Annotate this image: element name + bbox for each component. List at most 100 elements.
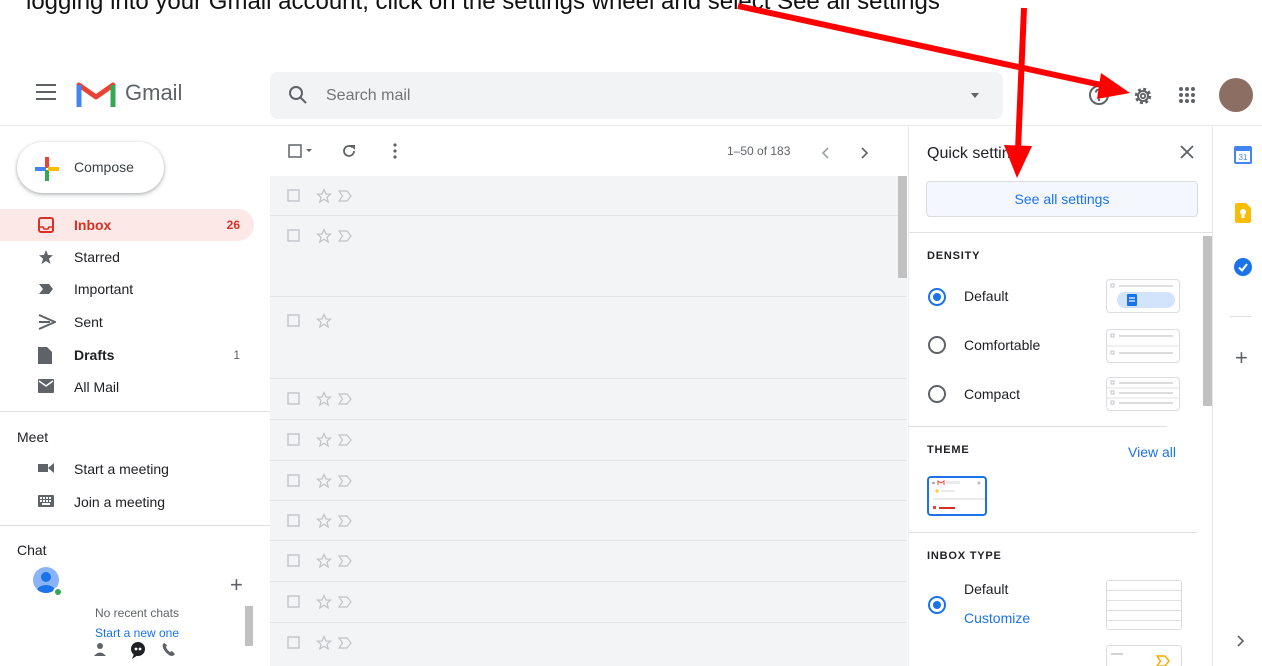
row-icons[interactable] [287,473,357,494]
row-icons[interactable] [287,594,357,615]
inbox-type-default-radio[interactable] [928,596,946,614]
table-row[interactable] [270,216,907,297]
table-row[interactable] [270,501,907,541]
compose-plus-icon [35,157,59,184]
density-default-label: Default [964,288,1009,304]
quick-settings-scrollbar[interactable] [1203,236,1212,406]
refresh-icon[interactable] [341,143,357,164]
more-options-icon[interactable] [392,143,398,164]
density-title: DENSITY [927,250,981,262]
row-icons[interactable] [287,553,357,574]
table-row[interactable] [270,623,907,666]
nav-label: Join a meeting [74,494,166,510]
start-new-chat-link[interactable]: Start a new one [32,626,242,637]
panel-divider [909,232,1212,233]
compose-button[interactable]: Compose [17,142,164,193]
chevron-right-icon[interactable] [1236,634,1245,652]
table-row[interactable] [270,379,907,420]
table-row[interactable] [270,297,907,379]
density-compact-thumb[interactable] [1106,377,1180,411]
star-icon [38,249,54,270]
chat-bubble-icon [131,642,145,659]
add-addon-plus-icon[interactable]: + [1235,345,1248,371]
see-all-settings-button[interactable]: See all settings [926,181,1198,217]
calendar-icon[interactable]: 31 [1234,146,1252,169]
table-row[interactable] [270,176,907,216]
select-all-checkbox[interactable] [288,144,314,163]
rail-divider [1230,316,1252,317]
nav-label: All Mail [74,379,120,395]
panel-divider [909,426,1167,427]
nav-label: Sent [74,314,103,330]
inbox-type-thumb[interactable] [1106,580,1182,630]
chevron-right-icon[interactable] [860,146,869,164]
nav-item-important[interactable]: Important [0,273,254,305]
table-row[interactable] [270,420,907,461]
account-avatar[interactable] [1219,78,1253,112]
help-icon[interactable] [1088,84,1110,111]
inbox-type-default-label: Default [964,581,1009,597]
table-row[interactable] [270,541,907,582]
nav-item-drafts[interactable]: Drafts 1 [0,339,254,371]
row-icons[interactable] [287,432,357,453]
sidebar-divider [0,411,270,412]
row-icons[interactable] [287,313,333,334]
inbox-type-important-thumb[interactable] [1106,645,1182,666]
density-compact-radio[interactable] [928,385,946,403]
nav-item-all-mail[interactable]: All Mail [0,371,254,403]
new-chat-plus-icon[interactable]: + [230,572,243,598]
email-list-scrollbar[interactable] [898,176,907,278]
online-status-dot [53,587,63,597]
density-default-thumb[interactable] [1106,279,1180,313]
keyboard-icon [38,494,54,512]
person-icon [94,643,106,656]
quick-settings-title: Quick settings [927,145,1028,162]
draft-icon [38,347,52,369]
theme-title: THEME [927,444,970,456]
density-comfortable-radio[interactable] [928,336,946,354]
row-icons[interactable] [287,635,357,656]
density-comfortable-label: Comfortable [964,337,1041,353]
chat-bottom-icons [92,640,182,665]
density-comfortable-thumb[interactable] [1106,329,1180,363]
gear-icon[interactable] [1131,84,1155,113]
chevron-left-icon[interactable] [821,146,830,164]
mail-toolbar [270,126,907,176]
row-icons[interactable] [287,391,357,412]
compose-label: Compose [74,159,134,175]
close-icon[interactable] [1180,145,1194,164]
chat-scrollbar[interactable] [245,606,253,646]
sidebar-divider [0,525,270,526]
table-row[interactable] [270,582,907,623]
density-default-radio[interactable] [928,288,946,306]
keep-icon[interactable] [1235,203,1251,228]
tasks-icon[interactable] [1234,258,1252,281]
nav-item-inbox[interactable]: Inbox 26 [0,209,254,241]
search-icon[interactable] [288,85,308,110]
nav-label: Inbox [74,217,112,233]
caption-fragment: logging into your Gmail account, click o… [26,0,940,15]
meet-join-item[interactable]: Join a meeting [0,486,254,518]
inbox-type-title: INBOX TYPE [927,550,1002,562]
row-icons[interactable] [287,188,357,209]
send-icon [38,314,58,335]
pagination-text: 1–50 of 183 [727,144,791,158]
gmail-logo-icon[interactable] [76,79,116,114]
customize-inbox-link[interactable]: Customize [964,610,1030,626]
row-icons[interactable] [287,228,357,249]
theme-thumbnail[interactable] [927,476,987,516]
chat-section-title: Chat [17,542,47,558]
view-all-themes-link[interactable]: View all [1128,444,1176,460]
search-input[interactable] [326,82,926,109]
nav-item-sent[interactable]: Sent [0,306,254,338]
main-menu-icon[interactable] [36,84,56,100]
important-icon [38,281,54,302]
meet-start-item[interactable]: Start a meeting [0,453,254,485]
search-options-icon[interactable] [971,93,979,98]
nav-item-starred[interactable]: Starred [0,241,254,273]
row-icons[interactable] [287,513,357,534]
table-row[interactable] [270,461,907,501]
search-bar[interactable] [270,72,1003,119]
inbox-icon [38,217,54,238]
apps-grid-icon[interactable] [1178,86,1196,109]
